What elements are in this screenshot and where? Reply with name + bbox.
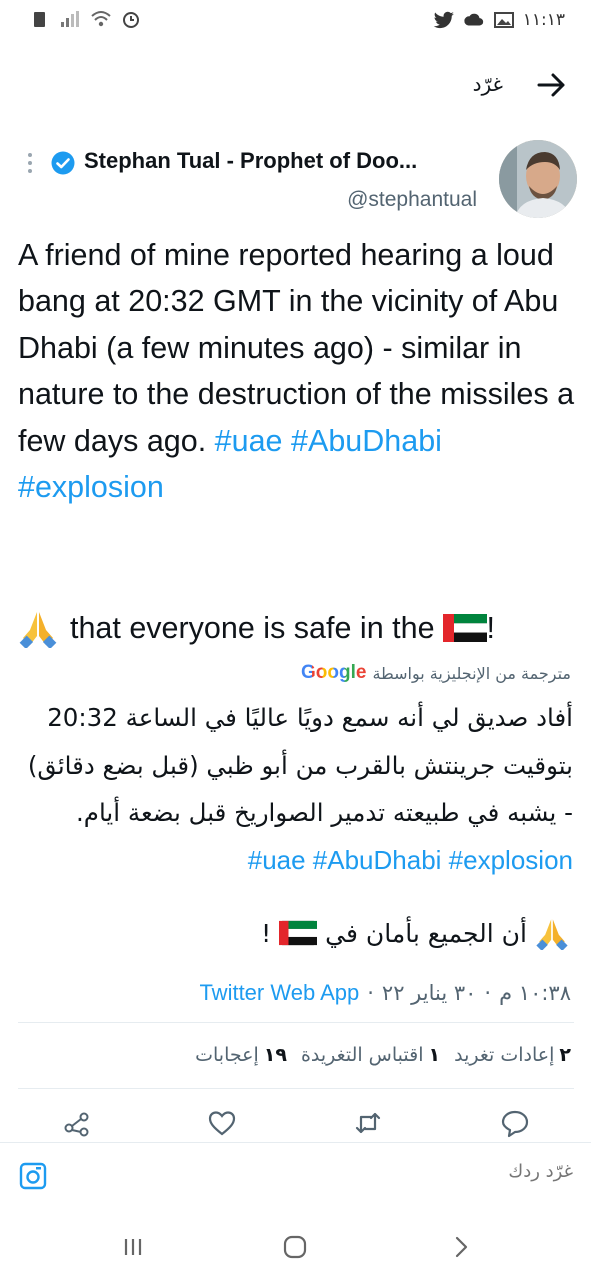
translated-body: أفاد صديق لي أنه سمع دويًا عاليًا في الس… <box>27 703 573 827</box>
camera-icon[interactable] <box>18 1161 48 1191</box>
likes-stat[interactable]: ١٩إعجابات <box>195 1044 287 1066</box>
twitter-bird-icon <box>433 11 454 29</box>
tweet-date[interactable]: ٣٠ يناير ٢٢ <box>382 981 477 1005</box>
meta-separator: · <box>367 981 374 1005</box>
tweet-stats: ٢إعادات تغريد ١اقتباس التغريدة ١٩إعجابات <box>195 1044 571 1066</box>
status-bar: ١١:١٣ <box>0 0 591 40</box>
tweet-actions <box>0 1108 591 1144</box>
translated-text: أفاد صديق لي أنه سمع دويًا عاليًا في الس… <box>13 694 573 884</box>
back-arrow-icon[interactable] <box>535 70 569 100</box>
avatar-image <box>499 140 577 218</box>
tweet-client[interactable]: Twitter Web App <box>199 980 359 1006</box>
app-header: غرّد <box>0 58 591 114</box>
folded-hands-icon <box>536 919 568 950</box>
share-icon[interactable] <box>62 1108 92 1138</box>
retweets-label: إعادات تغريد <box>454 1044 555 1066</box>
author-handle[interactable]: @stephantual <box>347 188 477 212</box>
prayer-end: ! <box>486 611 496 645</box>
translated-prayer-line: أن الجميع بأمان في ! <box>261 916 569 950</box>
sim-icon <box>34 12 45 27</box>
like-heart-icon[interactable] <box>207 1108 237 1138</box>
tweet-prayer-line: that everyone is safe in the ! <box>18 606 578 650</box>
quotes-count: ١ <box>428 1044 441 1066</box>
uae-flag-icon <box>279 920 318 946</box>
divider <box>18 1088 574 1089</box>
retweets-count: ٢ <box>559 1044 571 1066</box>
image-icon <box>493 12 514 28</box>
prayer-text: that everyone is safe in the <box>70 611 435 645</box>
likes-count: ١٩ <box>263 1044 287 1066</box>
quotes-stat[interactable]: ١اقتباس التغريدة <box>301 1044 440 1066</box>
hashtag-uae[interactable]: #uae <box>215 424 283 458</box>
wifi-icon <box>91 11 111 27</box>
reply-input[interactable] <box>93 1161 573 1182</box>
meta-separator: · <box>484 981 492 1005</box>
tweet-meta: ١٠:٣٨ م · ٣٠ يناير ٢٢ · Twitter Web App <box>199 980 571 1006</box>
retweets-stat[interactable]: ٢إعادات تغريد <box>454 1044 571 1066</box>
translated-by-label[interactable]: مترجمة من الإنجليزية بواسطة Google <box>301 662 571 684</box>
recent-apps-icon[interactable] <box>118 1232 148 1262</box>
home-icon[interactable] <box>280 1232 310 1262</box>
back-nav-icon[interactable] <box>446 1232 476 1262</box>
tweet-time[interactable]: ١٠:٣٨ م <box>499 981 571 1005</box>
hashtag-explosion[interactable]: #explosion <box>18 470 164 504</box>
tweet-text: A friend of mine reported hearing a loud… <box>18 232 578 510</box>
verified-badge-icon <box>51 151 75 175</box>
translated-prayer-text: أن الجميع بأمان في <box>325 918 527 948</box>
retweet-icon[interactable] <box>353 1108 383 1138</box>
quotes-label: اقتباس التغريدة <box>300 1044 424 1066</box>
clock-time: ١١:١٣ <box>522 10 565 30</box>
signal-icon <box>61 11 79 27</box>
translated-prayer-end: ! <box>261 918 272 948</box>
translated-by-text: مترجمة من الإنجليزية بواسطة <box>372 663 571 683</box>
tweet-author[interactable]: Stephan Tual - Prophet of Doo... @stepha… <box>0 138 591 224</box>
likes-label: إعجابات <box>195 1044 259 1066</box>
divider <box>18 1022 574 1023</box>
uae-flag-icon <box>442 614 487 642</box>
hashtag-abudhabi[interactable]: #AbuDhabi <box>291 424 442 458</box>
google-wordmark: Google <box>300 662 367 683</box>
author-display-name[interactable]: Stephan Tual - Prophet of Doo... <box>84 148 480 174</box>
alarm-icon <box>123 12 139 28</box>
system-nav-bar <box>0 1212 591 1280</box>
page-title: غرّد <box>472 72 503 96</box>
cloud-icon <box>464 13 483 26</box>
avatar[interactable] <box>499 140 577 218</box>
folded-hands-icon <box>19 612 57 648</box>
google-logo: Google <box>301 662 366 684</box>
reply-bubble-icon[interactable] <box>500 1108 530 1138</box>
translated-hashtags[interactable]: #uae #AbuDhabi #explosion <box>248 845 573 875</box>
more-options-icon[interactable] <box>26 152 34 174</box>
reply-bar <box>0 1142 591 1212</box>
